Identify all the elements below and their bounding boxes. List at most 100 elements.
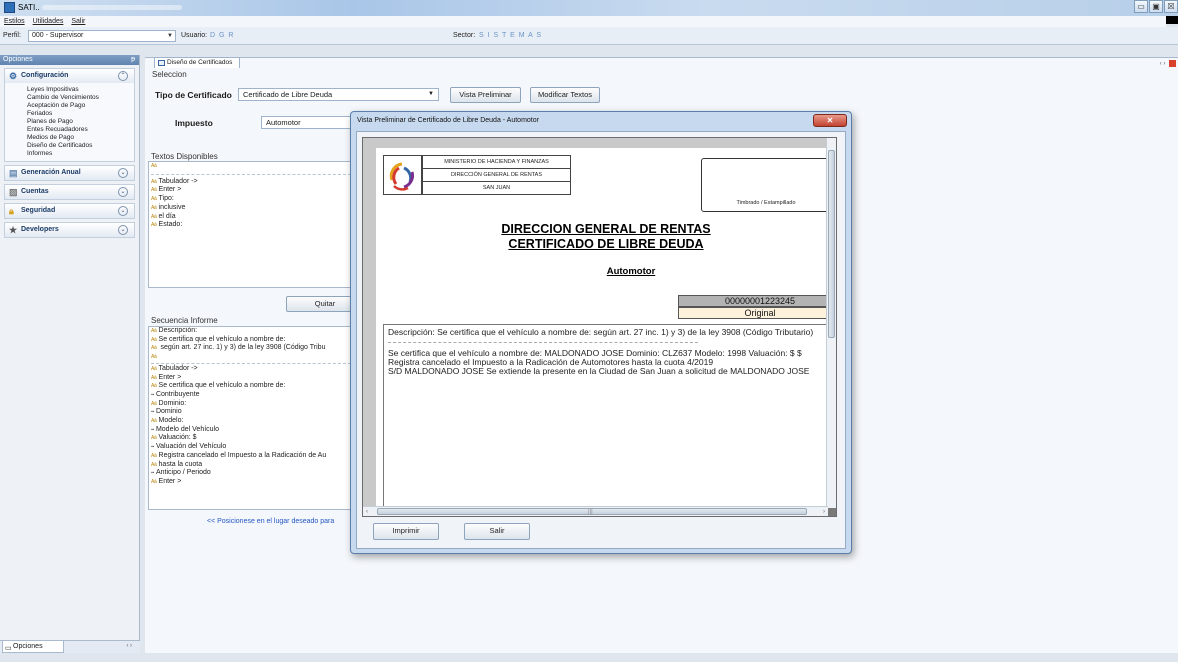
list-item[interactable]: Aá Se certifica que el vehículo a nombre …	[149, 336, 353, 345]
scroll-left-arrow[interactable]: ‹	[366, 507, 368, 516]
ministry-line: DIRECCIÓN GENERAL DE RENTAS	[423, 169, 570, 182]
grip-icon: |||	[588, 509, 593, 515]
minimize-button[interactable]: ▭	[1134, 0, 1148, 13]
list-item[interactable]: Aá Enter >	[149, 478, 353, 487]
list-item-text: Valuación del Vehículo	[155, 443, 227, 451]
nav-item-aceptacion[interactable]: Aceptación de Pago	[27, 102, 134, 110]
pin-icon[interactable]: ᵽ	[131, 55, 135, 65]
list-item-text: el día	[158, 212, 176, 220]
perfil-label: Perfil:	[3, 32, 21, 39]
textos-disponibles-list[interactable]: Aá Aá Tabulador -> Aá Enter > Aá Tipo: Aá in…	[148, 161, 354, 288]
chevron-down-icon[interactable]: ⌄	[118, 206, 128, 216]
text-token-icon: Aá	[151, 336, 157, 343]
menu-estilos[interactable]: Estilos	[4, 16, 25, 27]
imprimir-button[interactable]: Imprimir	[373, 523, 439, 540]
field-token-icon: ▪▪	[151, 391, 154, 398]
list-item[interactable]: ▪▪ Dominio	[149, 408, 353, 417]
nav-item-diseno[interactable]: Diseño de Certificados	[27, 142, 134, 150]
scroll-right-arrow[interactable]: ›	[823, 507, 825, 516]
salir-button[interactable]: Salir	[464, 523, 530, 540]
position-hint: << Posicionese en el lugar deseado para	[207, 518, 335, 525]
footer-nav-arrows[interactable]: ‹ ›	[126, 643, 132, 649]
close-document-icon[interactable]	[1169, 60, 1176, 67]
chevron-down-icon[interactable]: ⌄	[118, 225, 128, 235]
description-text: Descripción: Se certifica que el vehícul…	[388, 327, 814, 337]
group-header-generacion[interactable]: ▤ Generación Anual ⌄	[5, 166, 134, 180]
maximize-button[interactable]: ▣	[1149, 0, 1163, 13]
list-item[interactable]: ▪▪ Contribuyente	[149, 391, 353, 400]
group-developers: ★ Developers ⌄	[4, 222, 135, 238]
list-item[interactable]: Aá	[149, 162, 353, 171]
window-icon	[158, 60, 165, 66]
tab-label: Diseño de Certificados	[167, 59, 233, 66]
list-item[interactable]: Aá hasta la cuota	[149, 461, 353, 470]
options-tab[interactable]: ▭ Opciones	[2, 641, 64, 653]
chevron-down-icon[interactable]: ⌄	[118, 168, 128, 178]
list-item[interactable]: Aá según art. 27 inc. 1) y 3) de la ley …	[149, 344, 353, 353]
list-item[interactable]: ▪▪ Anticipo / Periodo	[149, 469, 353, 478]
list-item[interactable]: Aá Enter >	[149, 186, 353, 195]
list-item[interactable]: Aá Dominio:	[149, 400, 353, 409]
wallet-icon: ▨	[9, 187, 18, 197]
doc-nav-arrows[interactable]: ‹ ›	[1160, 61, 1166, 67]
close-dialog-button[interactable]: ✕	[813, 114, 847, 127]
list-item[interactable]: Aá Tipo:	[149, 195, 353, 204]
app-icon	[4, 2, 15, 13]
tab-diseno-certificados[interactable]: Diseño de Certificados	[154, 57, 240, 68]
perfil-select[interactable]: 000 - Supervisor ▼	[28, 30, 176, 42]
list-item[interactable]: Aá Estado:	[149, 221, 353, 230]
nav-item-medios[interactable]: Medios de Pago	[27, 134, 134, 142]
list-item[interactable]: Aá inclusive	[149, 204, 353, 213]
nav-item-entes[interactable]: Entes Recuadadores	[27, 126, 134, 134]
group-header-seguridad[interactable]: 🔒︎ Seguridad ⌄	[5, 204, 134, 218]
vista-preliminar-button[interactable]: Vista Preliminar	[450, 87, 521, 103]
list-item[interactable]: Aá Tabulador ->	[149, 365, 353, 374]
nav-item-planes[interactable]: Planes de Pago	[27, 118, 134, 126]
group-header-cuentas[interactable]: ▨ Cuentas ⌄	[5, 185, 134, 199]
vertical-scrollbar[interactable]	[826, 138, 836, 508]
list-item-text: Enter >	[158, 186, 182, 194]
list-item-text: Descripción:	[158, 327, 198, 334]
nav-item-informes[interactable]: Informes	[27, 150, 134, 158]
group-cuentas: ▨ Cuentas ⌄	[4, 184, 135, 200]
list-item[interactable]: Aá el día	[149, 213, 353, 222]
nav-item-vencimientos[interactable]: Cambio de Vencimientos	[27, 94, 134, 102]
secuencia-informe-list[interactable]: Aá Descripción: Aá Se certifica que el veh…	[148, 326, 354, 510]
group-title: Cuentas	[21, 188, 49, 195]
close-window-button[interactable]: ☒	[1164, 0, 1178, 13]
list-item[interactable]: Aá Registra cancelado el Impuesto a la Ra…	[149, 452, 353, 461]
list-item[interactable]: Aá Se certifica que el vehículo a nombre …	[149, 382, 353, 391]
group-header-developers[interactable]: ★ Developers ⌄	[5, 223, 134, 237]
list-item[interactable]: Aá Enter >	[149, 374, 353, 383]
list-item-text: Enter >	[158, 477, 182, 485]
list-item[interactable]: Aá Modelo:	[149, 417, 353, 426]
chevron-down-icon[interactable]: ⌄	[118, 187, 128, 197]
impuesto-select[interactable]: Automotor	[261, 116, 361, 129]
nav-item-feriados[interactable]: Feriados	[27, 110, 134, 118]
nav-item-leyes[interactable]: Leyes Impositivas	[27, 86, 134, 94]
list-item[interactable]: Aá Valuación: $	[149, 434, 353, 443]
list-item[interactable]: Aá	[149, 353, 353, 362]
list-item-text: Registra cancelado el Impuesto a la Radi…	[158, 451, 327, 459]
text-token-icon: Aá	[151, 345, 157, 352]
text-token-icon: Aá	[151, 461, 157, 468]
menu-utilidades[interactable]: Utilidades	[33, 16, 64, 27]
list-item-text: Dominio	[155, 408, 182, 416]
list-item[interactable]: ▪▪ Valuación del Vehículo	[149, 443, 353, 452]
text-token-icon: Aá	[151, 196, 157, 203]
list-item-text: según art. 27 inc. 1) y 3) de la ley 390…	[158, 344, 326, 352]
report-viewer[interactable]: MINISTERIO DE HACIENDA Y FINANZAS DIRECC…	[362, 137, 837, 517]
horizontal-scrollbar[interactable]: ‹ ||| ›	[363, 506, 828, 516]
group-title: Configuración	[21, 72, 69, 79]
textos-disponibles-label: Textos Disponibles	[151, 152, 218, 161]
list-item[interactable]: ▪▪ Modelo del Vehículo	[149, 426, 353, 435]
chevron-up-icon[interactable]: ⌃	[118, 71, 128, 81]
list-item[interactable]: Aá Tabulador ->	[149, 178, 353, 187]
tipo-certificado-select[interactable]: Certificado de Libre Deuda ▼	[238, 88, 439, 101]
list-item[interactable]: Aá Descripción:	[149, 327, 353, 336]
menu-salir[interactable]: Salir	[71, 16, 85, 27]
ministry-line: SAN JUAN	[482, 185, 511, 191]
group-header-configuracion[interactable]: ⚙ Configuración ⌃	[5, 69, 134, 83]
modificar-textos-button[interactable]: Modificar Textos	[530, 87, 600, 103]
scroll-thumb[interactable]	[828, 150, 835, 338]
